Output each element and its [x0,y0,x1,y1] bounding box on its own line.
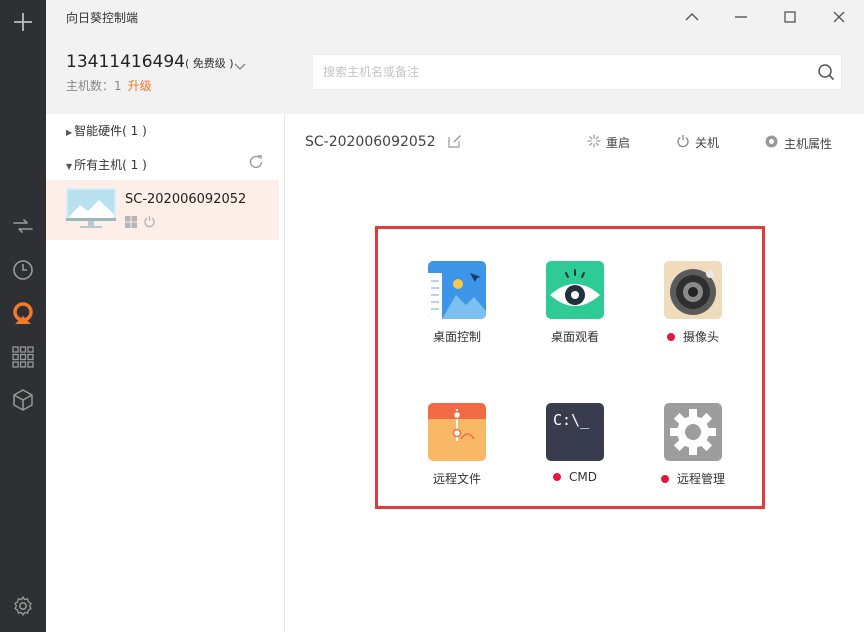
host-name: SC-202006092052 [125,192,247,207]
feature-remote-file[interactable]: 远程文件 [407,403,507,487]
feature-label: 远程管理 [643,470,743,487]
offline-status-dot [553,473,561,481]
camera-icon [664,261,722,319]
host-count-label: 主机数：1 [66,79,122,93]
account-header: 13411416494( 免费级 ) 主机数：1 升级 [46,34,864,114]
feature-remote-manage[interactable]: 远程管理 [643,403,743,487]
title-bar: 向日葵控制端 [46,0,864,34]
host-properties-button[interactable]: 主机属性 [764,134,832,152]
account-id: 13411416494 [66,52,185,72]
group-all-hosts[interactable]: ▼ 所有主机( 1 ) [66,156,147,173]
feature-label: 摄像头 [643,328,743,345]
offline-status-dot [660,474,669,483]
search-box [312,54,842,90]
left-rail [0,0,46,632]
upgrade-link[interactable]: 升级 [128,79,152,93]
search-input[interactable] [313,55,793,89]
power-icon [676,134,690,151]
collapse-chevron-icon[interactable] [680,5,704,29]
offline-status-dot [666,332,675,341]
feature-desktop-control[interactable]: 桌面控制 [407,261,507,345]
detail-host-name: SC-202006092052 [305,134,436,150]
shutdown-label: 关机 [695,136,720,150]
restart-label: 重启 [606,136,631,150]
restart-icon [587,134,601,151]
host-detail-panel: SC-202006092052 重启 关机 主机属性 桌面控制 桌面观看 摄像头… [285,114,864,632]
host-list-panel: ▶ 智能硬件( 1 ) ▼ 所有主机( 1 ) SC-202006092052 [46,114,285,632]
settings-gear-icon[interactable] [9,592,37,620]
host-count: 主机数：1 升级 [66,77,152,94]
desktop-control-icon [428,261,486,319]
cmd-icon: C:\_ [546,403,604,461]
feature-label: 桌面观看 [550,330,599,344]
feature-label: CMD [525,470,625,484]
cube-icon[interactable] [9,386,37,414]
account-info[interactable]: 13411416494( 免费级 ) [66,52,246,72]
feature-label: 远程文件 [432,472,481,486]
edit-icon[interactable] [448,134,462,152]
host-list-item[interactable]: SC-202006092052 [46,180,279,240]
desktop-view-icon [546,261,604,319]
settings-icon [764,134,779,152]
maximize-icon[interactable] [778,5,802,29]
monitor-icon [66,188,116,234]
detail-host-name-row: SC-202006092052 [305,134,462,152]
feature-camera[interactable]: 摄像头 [643,261,743,345]
host-properties-label: 主机属性 [784,136,833,151]
group-label: 所有主机( 1 ) [74,158,147,172]
remote-file-icon [428,403,486,461]
cmd-glyph: C:\_ [553,411,590,429]
refresh-icon[interactable] [248,154,264,174]
search-icon[interactable] [817,63,835,85]
remote-assist-icon[interactable] [9,212,37,240]
close-icon[interactable] [827,5,851,29]
feature-label: 桌面控制 [432,330,481,344]
remote-manage-icon [664,403,722,461]
feature-cmd[interactable]: C:\_ CMD [525,403,625,484]
collapse-triangle-icon: ▼ [66,162,73,171]
shutdown-button[interactable]: 关机 [676,134,719,151]
history-clock-icon[interactable] [9,256,37,284]
add-icon[interactable] [9,8,37,36]
chevron-down-icon[interactable] [234,56,246,76]
group-smart-hardware[interactable]: ▶ 智能硬件( 1 ) [66,122,147,139]
host-status-icons [125,213,156,232]
sunlogin-logo-icon[interactable] [9,300,37,328]
expand-triangle-icon: ▶ [66,128,73,137]
window-title: 向日葵控制端 [66,11,139,25]
apps-grid-icon[interactable] [9,343,37,371]
group-label: 智能硬件( 1 ) [74,124,147,138]
account-level: ( 免费级 ) [184,57,234,70]
feature-desktop-view[interactable]: 桌面观看 [525,261,625,345]
windows-icon [125,213,137,232]
app-window: 向日葵控制端 13411416494( 免费级 ) 主机数：1 升级 搜索主机名… [0,0,864,632]
minimize-icon[interactable] [729,5,753,29]
power-status-icon [143,213,156,232]
restart-button[interactable]: 重启 [587,134,630,151]
